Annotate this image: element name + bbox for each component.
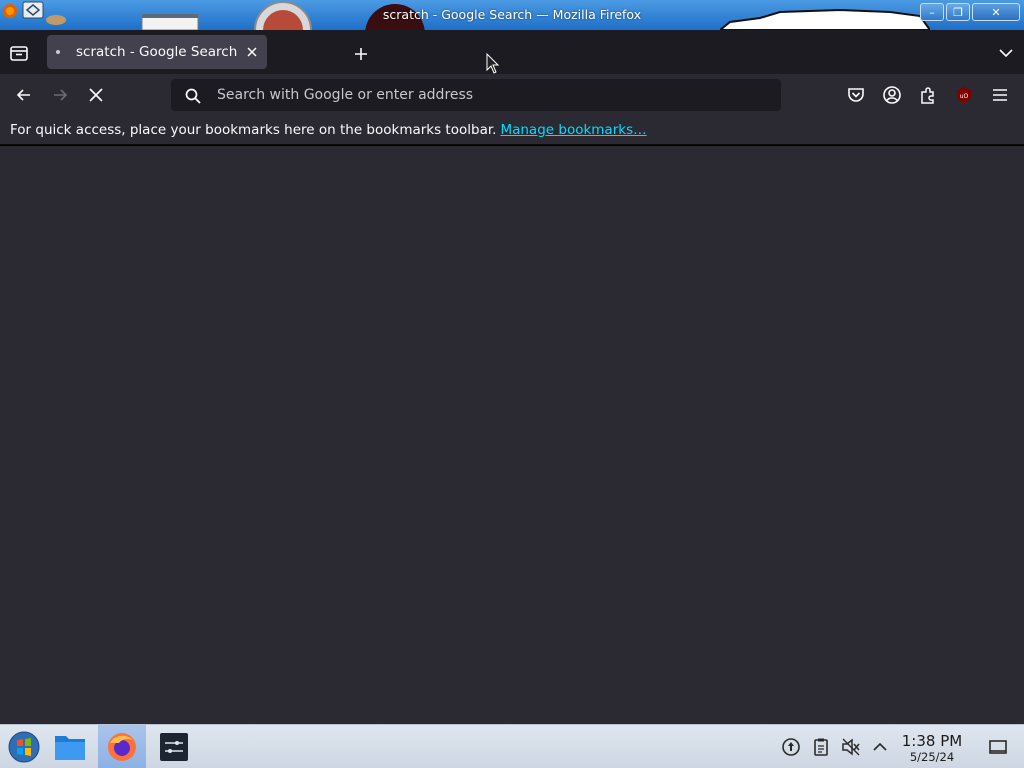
clipboard-icon[interactable] (811, 737, 831, 757)
pocket-icon[interactable] (846, 85, 866, 105)
bookmarks-message-text: For quick access, place your bookmarks h… (10, 122, 497, 138)
close-tab-icon[interactable] (245, 45, 259, 59)
bookmarks-empty-message: For quick access, place your bookmarks h… (10, 122, 647, 138)
bookmarks-toolbar: For quick access, place your bookmarks h… (0, 116, 1024, 145)
tab-strip: scratch - Google Search (0, 30, 1024, 74)
forward-arrow-icon[interactable] (50, 85, 70, 105)
hamburger-menu-icon[interactable] (990, 85, 1010, 105)
navigation-toolbar: uO (0, 74, 1024, 116)
ublock-origin-icon[interactable]: uO (954, 85, 974, 105)
taskbar-firefox[interactable] (98, 725, 146, 768)
search-icon (185, 88, 201, 104)
svg-text:uO: uO (960, 93, 969, 100)
volume-muted-icon[interactable] (841, 737, 861, 757)
address-bar[interactable] (171, 79, 781, 111)
settings-sliders-icon (160, 733, 188, 761)
window-title: scratch - Google Search — Mozilla Firefo… (382, 7, 642, 22)
folder-icon (55, 736, 85, 760)
tab-loading-indicator (56, 50, 60, 54)
maximize-button[interactable]: ❐ (946, 3, 970, 21)
extensions-puzzle-icon[interactable] (918, 85, 938, 105)
account-icon[interactable] (882, 85, 902, 105)
tab-title: scratch - Google Search (76, 44, 238, 60)
start-orb-icon (8, 731, 40, 763)
stop-x-icon[interactable] (86, 85, 106, 105)
network-icon[interactable] (781, 737, 801, 757)
manage-bookmarks-link[interactable]: Manage bookmarks… (500, 122, 646, 138)
minimize-button[interactable]: – (920, 3, 944, 21)
start-menu-button[interactable] (0, 725, 48, 768)
close-window-button[interactable]: ✕ (972, 3, 1020, 21)
chevron-up-icon[interactable] (870, 737, 890, 757)
tab-list-icon[interactable] (8, 42, 30, 64)
chevron-down-icon[interactable] (998, 45, 1014, 61)
mouse-cursor-icon (486, 53, 500, 74)
taskbar-clock[interactable]: 1:38 PM 5/25/24 (896, 732, 968, 764)
plus-icon[interactable] (350, 43, 372, 65)
taskbar-settings-app[interactable] (150, 725, 198, 768)
tab-scratch-google-search[interactable]: scratch - Google Search (47, 35, 267, 69)
firefox-icon (108, 733, 136, 761)
address-input[interactable] (217, 79, 757, 111)
taskbar: 1:38 PM 5/25/24 (0, 724, 1024, 768)
taskbar-file-manager[interactable] (46, 725, 94, 768)
clock-time: 1:38 PM (901, 732, 963, 750)
back-arrow-icon[interactable] (14, 85, 34, 105)
show-desktop-icon[interactable] (988, 737, 1008, 757)
window-titlebar[interactable]: scratch - Google Search — Mozilla Firefo… (0, 0, 1024, 30)
clock-date: 5/25/24 (909, 750, 955, 764)
page-content-area[interactable] (0, 146, 1024, 724)
